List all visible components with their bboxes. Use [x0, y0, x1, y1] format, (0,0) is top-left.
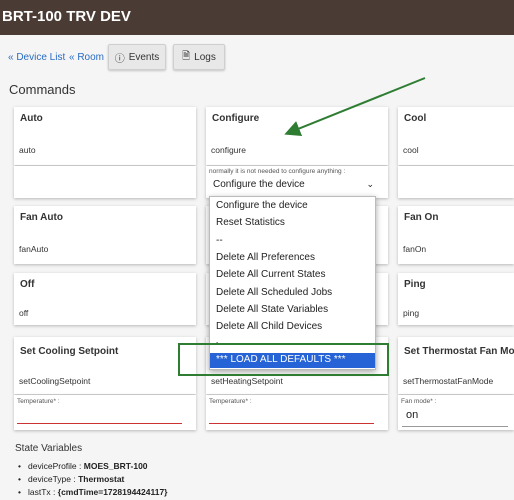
room-link[interactable]: « Room [69, 52, 104, 63]
command-card-cool[interactable]: Cool cool [398, 107, 514, 165]
command-card-fan-on[interactable]: Fan On fanOn [398, 206, 514, 264]
command-card-auto[interactable]: Auto auto [14, 107, 196, 165]
info-icon: ⓘ [114, 53, 125, 65]
command-name: ping [403, 308, 420, 318]
temperature-input[interactable] [209, 423, 374, 424]
command-name: auto [19, 145, 36, 155]
document-icon: 🗎 [182, 50, 191, 62]
fan-mode-label: Fan mode* : [401, 398, 437, 405]
dropdown-option[interactable]: Delete All Preferences [216, 252, 315, 263]
command-card-set-cooling-setpoint[interactable]: Set Cooling Setpoint setCoolingSetpoint [14, 337, 196, 394]
state-variable-item: lastTx : {cmdTime=1728194424117} [18, 487, 168, 497]
command-title: Ping [404, 279, 426, 290]
dropdown-option[interactable]: -- [216, 235, 223, 246]
command-title: Set Cooling Setpoint [20, 346, 119, 357]
command-card-off[interactable]: Off off [14, 273, 196, 325]
dropdown-option[interactable]: Delete All Current States [216, 269, 326, 280]
events-button[interactable]: ⓘ Events [108, 44, 166, 70]
fan-mode-underline [402, 426, 508, 427]
state-variable-key: lastTx [28, 487, 51, 497]
app-header: BRT-100 TRV DEV [0, 0, 514, 35]
state-variable-value: Thermostat [78, 474, 125, 484]
command-title: Off [20, 279, 35, 290]
dropdown-option[interactable]: Reset Statistics [216, 217, 285, 228]
state-variable-key: deviceType [28, 474, 71, 484]
state-variable-key: deviceProfile [28, 461, 77, 471]
chevron-down-icon: ⌄ [366, 179, 374, 189]
command-title: Configure [212, 113, 260, 124]
annotation-highlight-box [178, 343, 389, 376]
commands-heading: Commands [9, 82, 76, 97]
command-title: Auto [20, 113, 43, 124]
command-card-fan-auto[interactable]: Fan Auto fanAuto [14, 206, 196, 264]
command-name: configure [211, 145, 246, 155]
command-card-auto-params [14, 166, 196, 198]
device-title: BRT-100 TRV DEV [2, 8, 131, 25]
cooling-params: Temperature* : [14, 395, 196, 430]
command-card-set-thermostat-fan-mode[interactable]: Set Thermostat Fan Mode setThermostatFan… [398, 337, 514, 394]
command-card-cool-params [398, 166, 514, 198]
temperature-label: Temperature* : [209, 398, 252, 405]
command-name: setCoolingSetpoint [19, 376, 91, 386]
command-name: off [19, 308, 29, 318]
command-title: Fan On [404, 212, 439, 223]
logs-button[interactable]: 🗎 Logs [173, 44, 225, 70]
command-name: setThermostatFanMode [403, 376, 494, 386]
state-variable-value: MOES_BRT-100 [83, 461, 148, 471]
command-name: cool [403, 145, 419, 155]
command-name: setHeatingSetpoint [211, 376, 283, 386]
command-title: Cool [404, 113, 427, 124]
command-name: fanAuto [19, 244, 49, 254]
state-variable-item: deviceType : Thermostat [18, 474, 125, 484]
command-title: Set Thermostat Fan Mode [404, 346, 514, 357]
dropdown-option[interactable]: Delete All State Variables [216, 304, 328, 315]
heating-params: Temperature* : [206, 395, 388, 430]
command-name: fanOn [403, 244, 427, 254]
dropdown-option[interactable]: Delete All Scheduled Jobs [216, 287, 332, 298]
fan-mode-select[interactable]: on [406, 409, 418, 421]
state-variable-item: deviceProfile : MOES_BRT-100 [18, 461, 148, 471]
device-list-link[interactable]: « Device List [8, 52, 65, 63]
temperature-label: Temperature* : [17, 398, 60, 405]
state-variables-heading: State Variables [15, 443, 83, 454]
configure-note: normally it is not needed to configure a… [209, 168, 346, 175]
temperature-input[interactable] [17, 423, 182, 424]
command-card-ping[interactable]: Ping ping [398, 273, 514, 325]
command-card-configure[interactable]: Configure configure [206, 107, 388, 165]
events-label: Events [128, 51, 160, 63]
state-variable-value: {cmdTime=1728194424117} [57, 487, 168, 497]
dropdown-option[interactable]: Delete All Child Devices [216, 321, 322, 332]
configure-select[interactable]: Configure the device ⌄ [213, 179, 376, 190]
logs-label: Logs [194, 51, 216, 63]
command-title: Fan Auto [20, 212, 63, 223]
dropdown-option[interactable]: Configure the device [216, 200, 308, 211]
configure-select-value: Configure the device [213, 179, 305, 190]
